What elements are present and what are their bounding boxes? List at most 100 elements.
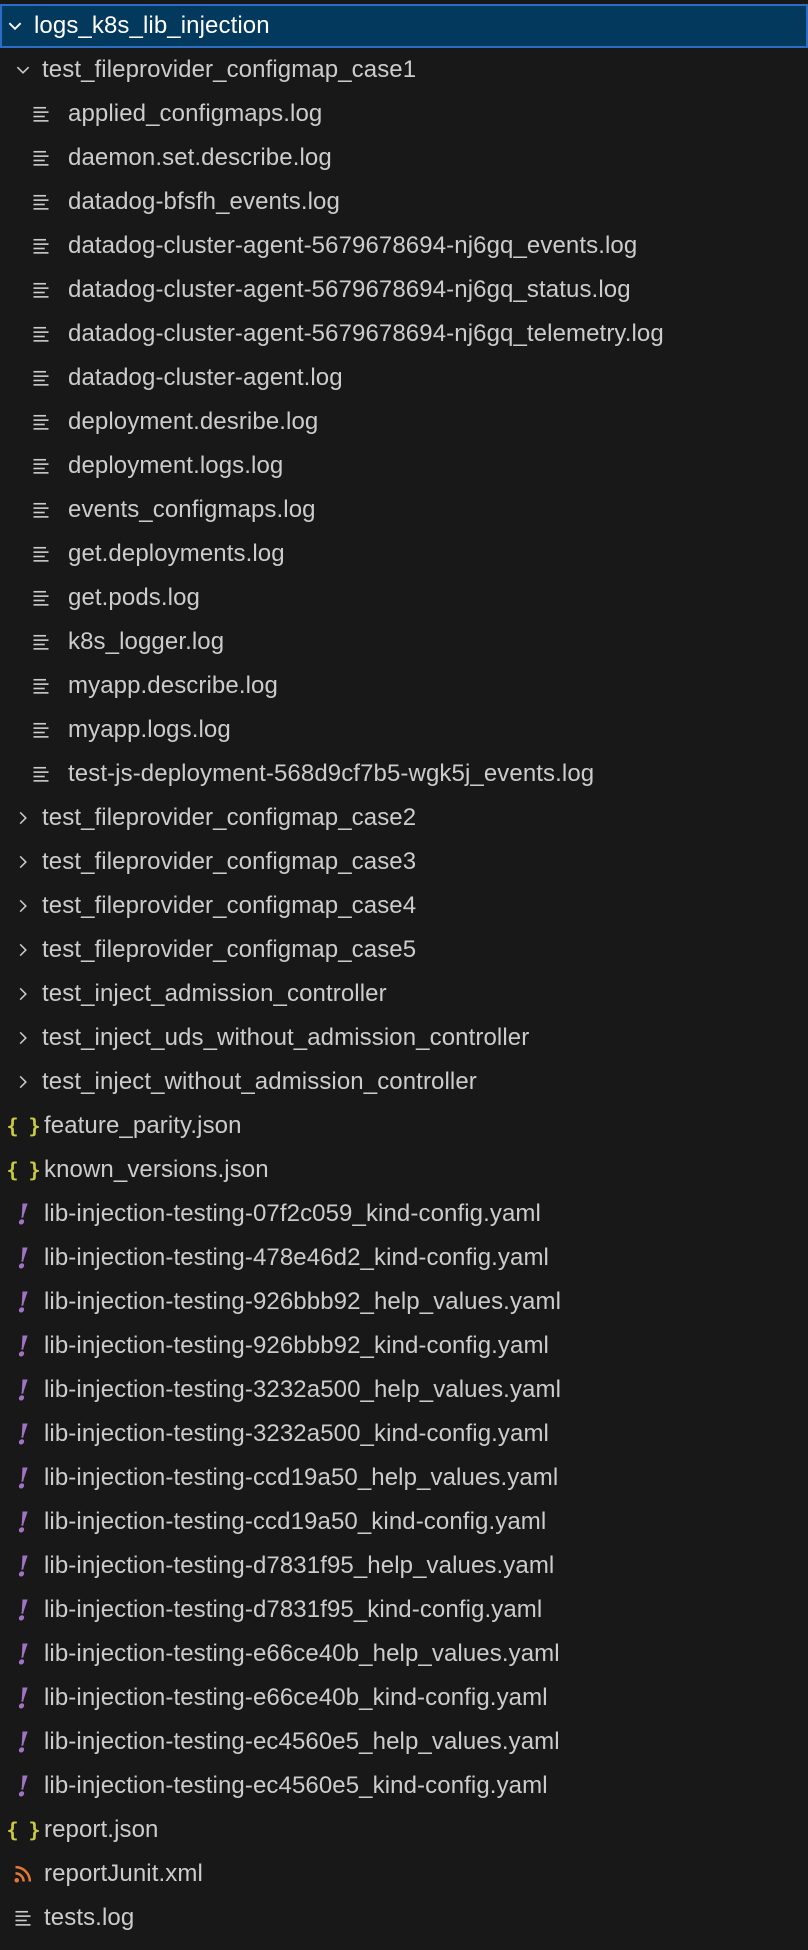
file-label: lib-injection-testing-3232a500_kind-conf…	[44, 1420, 549, 1447]
file-row[interactable]: get.deployments.log	[0, 532, 808, 576]
text-file-icon	[30, 587, 52, 609]
folder-label: logs_k8s_lib_injection	[34, 12, 270, 39]
file-row[interactable]: myapp.describe.log	[0, 664, 808, 708]
chevron-down-icon[interactable]	[4, 15, 26, 37]
file-row[interactable]: ! lib-injection-testing-3232a500_kind-con…	[0, 1412, 808, 1456]
file-label: lib-injection-testing-d7831f95_kind-conf…	[44, 1596, 543, 1623]
file-row[interactable]: ! lib-injection-testing-ec4560e5_help_val…	[0, 1720, 808, 1764]
file-row[interactable]: reportJunit.xml	[0, 1852, 808, 1896]
text-file-icon	[30, 675, 52, 697]
file-label: datadog-cluster-agent-5679678694-nj6gq_s…	[68, 276, 631, 303]
chevron-right-icon[interactable]	[12, 1071, 34, 1093]
file-label: get.pods.log	[68, 584, 200, 611]
folder-row[interactable]: test_fileprovider_configmap_case4	[0, 884, 808, 928]
file-label: myapp.logs.log	[68, 716, 231, 743]
chevron-down-icon[interactable]	[12, 59, 34, 81]
file-label: reportJunit.xml	[44, 1860, 203, 1887]
file-label: test-js-deployment-568d9cf7b5-wgk5j_even…	[68, 760, 595, 787]
file-row[interactable]: datadog-cluster-agent-5679678694-nj6gq_s…	[0, 268, 808, 312]
yaml-icon: !	[16, 1417, 30, 1451]
folder-row[interactable]: test_fileprovider_configmap_case3	[0, 840, 808, 884]
folder-row[interactable]: test_inject_admission_controller	[0, 972, 808, 1016]
file-row[interactable]: { } feature_parity.json	[0, 1104, 808, 1148]
file-row[interactable]: ! lib-injection-testing-e66ce40b_help_val…	[0, 1632, 808, 1676]
file-row[interactable]: ! lib-injection-testing-926bbb92_help_val…	[0, 1280, 808, 1324]
text-file-icon	[30, 147, 52, 169]
file-row[interactable]: datadog-cluster-agent.log	[0, 356, 808, 400]
file-row[interactable]: ! lib-injection-testing-07f2c059_kind-con…	[0, 1192, 808, 1236]
file-row[interactable]: ! lib-injection-testing-478e46d2_kind-con…	[0, 1236, 808, 1280]
file-explorer: logs_k8s_lib_injection test_fileprovider…	[0, 0, 808, 1950]
folder-label: test_inject_admission_controller	[42, 980, 387, 1007]
yaml-icon: !	[16, 1329, 30, 1363]
file-label: datadog-bfsfh_events.log	[68, 188, 340, 215]
text-file-icon	[30, 631, 52, 653]
chevron-right-icon[interactable]	[12, 983, 34, 1005]
file-row[interactable]: ! lib-injection-testing-3232a500_help_val…	[0, 1368, 808, 1412]
text-file-icon	[30, 235, 52, 257]
file-row[interactable]: deployment.desribe.log	[0, 400, 808, 444]
collapsed-folder-list: test_fileprovider_configmap_case2 test_fi…	[0, 796, 808, 1104]
folder-label: test_fileprovider_configmap_case3	[42, 848, 417, 875]
file-row[interactable]: ! lib-injection-testing-d7831f95_help_val…	[0, 1544, 808, 1588]
text-file-icon	[30, 323, 52, 345]
file-row[interactable]: datadog-cluster-agent-5679678694-nj6gq_t…	[0, 312, 808, 356]
file-row[interactable]: test-js-deployment-568d9cf7b5-wgk5j_even…	[0, 752, 808, 796]
folder-row[interactable]: test_fileprovider_configmap_case5	[0, 928, 808, 972]
file-row[interactable]: ! lib-injection-testing-ec4560e5_kind-con…	[0, 1764, 808, 1808]
yaml-icon: !	[16, 1461, 30, 1495]
file-label: tests.log	[44, 1904, 135, 1931]
rss-icon	[12, 1863, 34, 1885]
folder-row[interactable]: test_fileprovider_configmap_case2	[0, 796, 808, 840]
file-label: get.deployments.log	[68, 540, 285, 567]
text-file-icon	[30, 455, 52, 477]
text-file-icon	[30, 367, 52, 389]
file-row[interactable]: ! lib-injection-testing-ccd19a50_help_val…	[0, 1456, 808, 1500]
json-icon: { }	[6, 1158, 40, 1182]
folder-row[interactable]: test_inject_without_admission_controller	[0, 1060, 808, 1104]
file-row[interactable]: ! lib-injection-testing-ccd19a50_kind-con…	[0, 1500, 808, 1544]
file-row[interactable]: deployment.logs.log	[0, 444, 808, 488]
chevron-right-icon[interactable]	[12, 851, 34, 873]
chevron-right-icon[interactable]	[12, 1027, 34, 1049]
file-label: datadog-cluster-agent.log	[68, 364, 343, 391]
file-row[interactable]: { } report.json	[0, 1808, 808, 1852]
file-row[interactable]: ! lib-injection-testing-926bbb92_kind-con…	[0, 1324, 808, 1368]
file-row[interactable]: ! lib-injection-testing-d7831f95_kind-con…	[0, 1588, 808, 1632]
folder-row[interactable]: test_inject_uds_without_admission_contro…	[0, 1016, 808, 1060]
yaml-icon: !	[16, 1549, 30, 1583]
file-label: daemon.set.describe.log	[68, 144, 332, 171]
yaml-icon: !	[16, 1505, 30, 1539]
file-row[interactable]: applied_configmaps.log	[0, 92, 808, 136]
file-label: lib-injection-testing-07f2c059_kind-conf…	[44, 1200, 541, 1227]
folder-row-expanded[interactable]: test_fileprovider_configmap_case1	[0, 48, 808, 92]
json-icon: { }	[6, 1818, 40, 1842]
file-row[interactable]: ! lib-injection-testing-e66ce40b_kind-con…	[0, 1676, 808, 1720]
file-label: lib-injection-testing-478e46d2_kind-conf…	[44, 1244, 549, 1271]
file-row[interactable]: k8s_logger.log	[0, 620, 808, 664]
file-row[interactable]: myapp.logs.log	[0, 708, 808, 752]
file-row[interactable]: tests.log	[0, 1896, 808, 1940]
file-row[interactable]: { } known_versions.json	[0, 1148, 808, 1192]
text-file-icon	[12, 1907, 34, 1929]
file-label: lib-injection-testing-ccd19a50_help_valu…	[44, 1464, 559, 1491]
root-file-list: { } feature_parity.json{ } known_versions.…	[0, 1104, 808, 1940]
file-row[interactable]: get.pods.log	[0, 576, 808, 620]
file-label: lib-injection-testing-ec4560e5_kind-conf…	[44, 1772, 548, 1799]
yaml-icon: !	[16, 1725, 30, 1759]
file-row[interactable]: datadog-cluster-agent-5679678694-nj6gq_e…	[0, 224, 808, 268]
file-row[interactable]: daemon.set.describe.log	[0, 136, 808, 180]
file-label: known_versions.json	[44, 1156, 269, 1183]
folder-row-root[interactable]: logs_k8s_lib_injection	[0, 4, 808, 48]
file-row[interactable]: events_configmaps.log	[0, 488, 808, 532]
text-file-icon	[30, 719, 52, 741]
file-row[interactable]: datadog-bfsfh_events.log	[0, 180, 808, 224]
chevron-right-icon[interactable]	[12, 939, 34, 961]
yaml-icon: !	[16, 1769, 30, 1803]
file-label: report.json	[44, 1816, 159, 1843]
file-label: deployment.desribe.log	[68, 408, 319, 435]
file-label: lib-injection-testing-926bbb92_help_valu…	[44, 1288, 562, 1315]
chevron-right-icon[interactable]	[12, 895, 34, 917]
file-label: lib-injection-testing-ccd19a50_kind-conf…	[44, 1508, 547, 1535]
chevron-right-icon[interactable]	[12, 807, 34, 829]
